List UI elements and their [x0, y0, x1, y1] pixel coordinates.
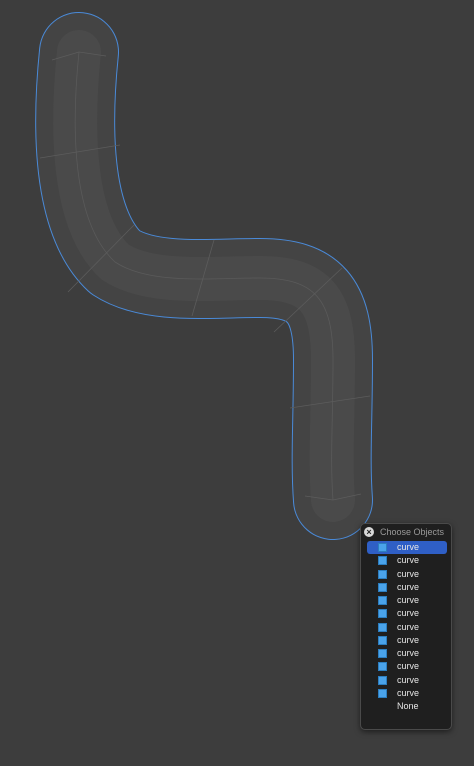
object-square-icon	[378, 622, 387, 632]
object-item-curve[interactable]: curve	[367, 568, 447, 581]
object-item-curve[interactable]: curve	[367, 647, 447, 660]
object-square-icon	[378, 635, 387, 645]
object-item-label: curve	[397, 648, 420, 659]
object-item-none[interactable]: None	[367, 700, 447, 713]
object-square-icon	[378, 675, 387, 685]
object-square-icon	[378, 662, 387, 672]
curve-tube-object[interactable]	[35, 12, 373, 540]
object-square-icon	[378, 556, 387, 566]
object-square-icon	[378, 569, 387, 579]
choose-objects-popup: × Choose Objects curve curve curve curve…	[360, 523, 452, 730]
object-item-label: None	[397, 701, 419, 712]
object-square-icon	[378, 609, 387, 619]
object-item-curve[interactable]: curve	[367, 660, 447, 673]
object-item-curve[interactable]: curve	[367, 687, 447, 700]
object-item-label: curve	[397, 634, 420, 645]
object-square-icon	[378, 688, 387, 698]
object-item-label: curve	[397, 687, 420, 698]
object-item-label: curve	[397, 621, 420, 632]
object-item-curve[interactable]: curve	[367, 634, 447, 647]
close-icon[interactable]: ×	[364, 527, 374, 537]
object-list: curve curve curve curve curve curve curv…	[367, 541, 447, 713]
object-item-label: curve	[397, 542, 420, 553]
object-item-label: curve	[397, 595, 420, 606]
object-item-label: curve	[397, 674, 420, 685]
popup-header: × Choose Objects	[361, 524, 451, 540]
object-item-label: curve	[397, 555, 420, 566]
object-item-curve[interactable]: curve	[367, 621, 447, 634]
object-square-icon	[378, 543, 387, 553]
object-item-label: curve	[397, 608, 420, 619]
object-item-curve[interactable]: curve	[367, 554, 447, 567]
object-square-icon	[378, 582, 387, 592]
object-square-icon	[378, 649, 387, 659]
object-item-curve[interactable]: curve	[367, 607, 447, 620]
object-item-label: curve	[397, 568, 420, 579]
object-square-icon	[378, 596, 387, 606]
object-item-label: curve	[397, 581, 420, 592]
object-item-curve[interactable]: curve	[367, 581, 447, 594]
object-item-label: curve	[397, 661, 420, 672]
object-item-curve[interactable]: curve	[367, 674, 447, 687]
object-item-curve[interactable]: curve	[367, 541, 447, 555]
object-item-curve[interactable]: curve	[367, 594, 447, 607]
popup-title: Choose Objects	[380, 527, 445, 537]
